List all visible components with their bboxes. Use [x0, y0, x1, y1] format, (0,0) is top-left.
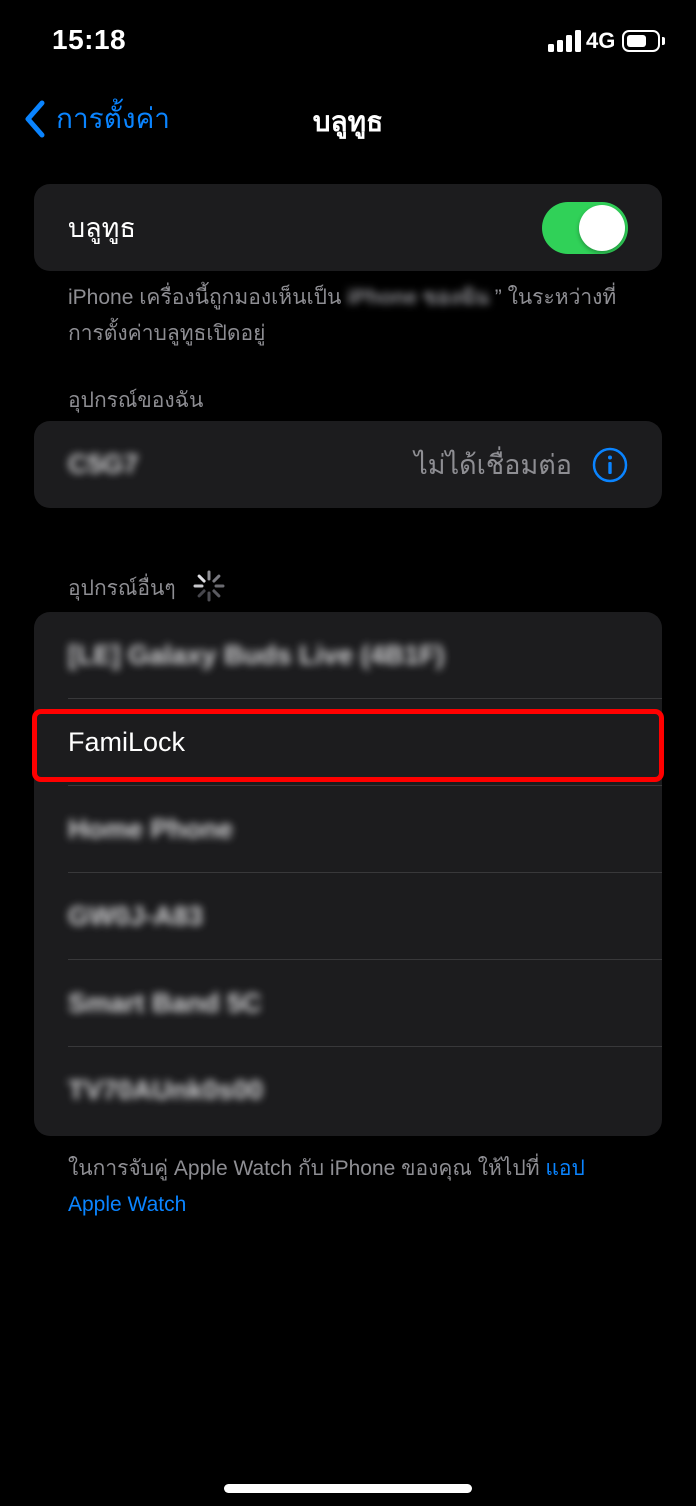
device-name: TV70AUnk0s00: [68, 1075, 264, 1105]
my-device-name: C5G7: [68, 449, 139, 479]
home-indicator[interactable]: [224, 1484, 472, 1493]
battery-icon: [622, 30, 660, 52]
visibility-prefix: iPhone เครื่องนี้ถูกมองเห็นเป็น: [68, 286, 342, 309]
other-device-row[interactable]: TV70AUnk0s00: [34, 1047, 662, 1134]
other-device-row-familock[interactable]: FamiLock: [34, 699, 662, 786]
visibility-note: iPhone เครื่องนี้ถูกมองเห็นเป็น iPhone ข…: [68, 280, 628, 352]
signal-bars-icon: [548, 30, 582, 52]
other-devices-card: [LE] Galaxy Buds Live (4B1F) FamiLock Ho…: [34, 612, 662, 1136]
visibility-line2: การตั้งค่าบลูทูธเปิดอยู่: [68, 322, 266, 345]
bluetooth-toggle[interactable]: [542, 202, 628, 254]
visibility-suffix: ” ในระหว่างที่: [494, 286, 617, 309]
other-device-row[interactable]: Smart Band 5C: [34, 960, 662, 1047]
loading-spinner-icon: [193, 570, 225, 602]
my-devices-header: อุปกรณ์ของฉัน: [68, 389, 204, 412]
network-type: 4G: [586, 28, 616, 53]
device-name: GW0J-A83: [68, 901, 204, 931]
device-name: Smart Band 5C: [68, 988, 262, 1018]
battery-tip: [662, 37, 665, 45]
my-device-row[interactable]: C5G7 ไม่ได้เชื่อมต่อ: [34, 421, 662, 508]
apple-watch-note: ในการจับคู่ Apple Watch กับ iPhone ของคุ…: [68, 1151, 628, 1223]
device-name: FamiLock: [68, 727, 186, 757]
device-name: Home Phone: [68, 814, 234, 844]
my-devices-card: C5G7 ไม่ได้เชื่อมต่อ: [34, 421, 662, 508]
my-device-status: ไม่ได้เชื่อมต่อ: [414, 450, 572, 480]
bluetooth-row: บลูทูธ: [34, 184, 662, 271]
apple-watch-note-text: ในการจับคู่ Apple Watch กับ iPhone ของคุ…: [68, 1157, 540, 1180]
bluetooth-toggle-card: บลูทูธ: [34, 184, 662, 271]
visibility-device-name: iPhone ของฉัน: [347, 286, 489, 309]
other-device-row[interactable]: Home Phone: [34, 786, 662, 873]
info-icon[interactable]: [592, 447, 628, 483]
other-device-row[interactable]: GW0J-A83: [34, 873, 662, 960]
toggle-knob: [579, 205, 625, 251]
status-bar: 15:18 4G: [0, 0, 696, 84]
page-title: บลูทูธ: [312, 106, 384, 137]
status-time: 15:18: [52, 24, 127, 55]
other-device-row[interactable]: [LE] Galaxy Buds Live (4B1F): [34, 612, 662, 699]
bluetooth-label: บลูทูธ: [68, 213, 136, 243]
other-devices-header: อุปกรณ์อื่นๆ: [68, 577, 176, 600]
device-name: [LE] Galaxy Buds Live (4B1F): [68, 640, 445, 670]
